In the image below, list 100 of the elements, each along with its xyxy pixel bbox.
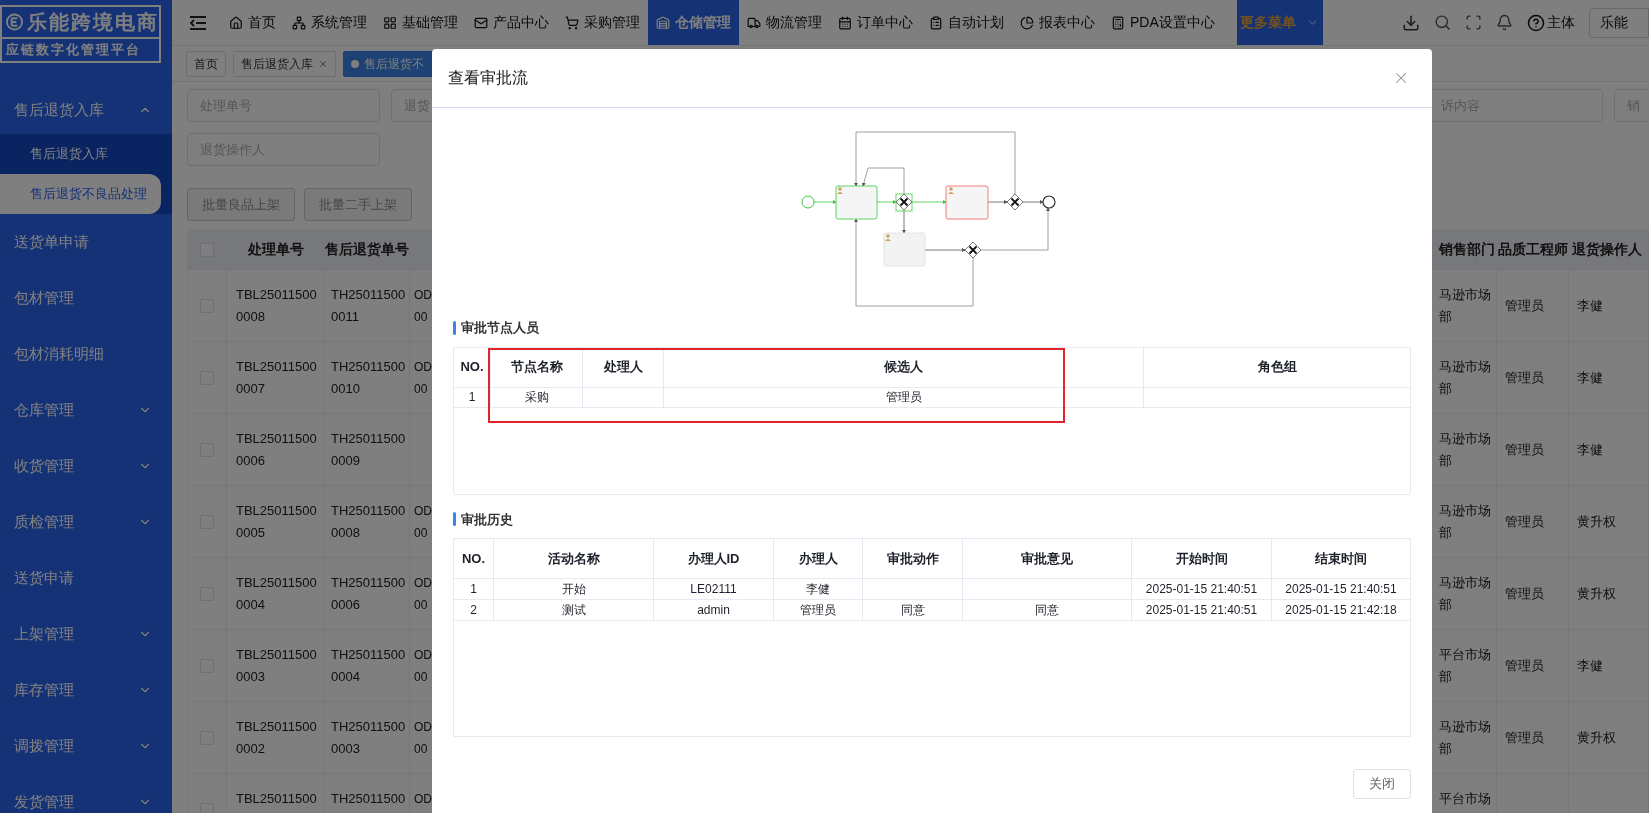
sidebar-group[interactable]: 质检管理 (0, 494, 172, 550)
column-header: 处理人 (583, 347, 664, 387)
column-header: 处理单号 (227, 230, 325, 270)
sidebar-group[interactable]: 调拨管理 (0, 718, 172, 774)
table-cell-text: TBL250115000007 (236, 358, 318, 398)
column-header: NO. (454, 539, 494, 578)
sidebar-item[interactable]: 送货单申请 (0, 214, 172, 270)
table-cell: 采购 (491, 387, 583, 407)
nav-item[interactable]: 报表中心 (1012, 0, 1103, 45)
search-icon[interactable] (1434, 14, 1451, 31)
page-tab[interactable]: 售后退货入库 (233, 50, 336, 77)
sidebar-group[interactable]: 仓库管理 (0, 382, 172, 438)
table-cell-text: 马逊市场部 (1439, 358, 1492, 398)
menu-icon[interactable] (189, 14, 207, 31)
table-cell-text: TBL250115000006 (236, 430, 318, 470)
column-header: 角色组 (1256, 358, 1298, 377)
table-cell-text: 马逊市场部 (1439, 718, 1492, 758)
nav-item[interactable]: 自动计划 (921, 0, 1012, 45)
table-cell-text: TH250115000008 (331, 502, 407, 542)
nav-item[interactable]: 基础管理 (375, 0, 466, 45)
nav-item[interactable]: PDA设置中心 (1103, 0, 1223, 45)
table-cell-text: OD (414, 791, 432, 808)
column-header: 审批动作 (863, 539, 963, 578)
table-cell-text: 管理员 (1505, 440, 1544, 459)
column-header: 售后退货单号 (325, 230, 410, 270)
table-cell-text: TH250115000009 (331, 430, 407, 470)
more-menu[interactable]: 更多菜单 (1236, 0, 1323, 45)
nav-item[interactable]: 仓储管理 (648, 0, 739, 45)
close-button[interactable]: 关闭 (1353, 769, 1411, 799)
table-cell: 1 (454, 579, 494, 599)
entity-label: 主体 (1547, 13, 1575, 32)
nav-icon (1111, 15, 1125, 30)
table-cell-text: TBL250115000004 (236, 574, 318, 614)
table-cell-text: 平台市场部 (1439, 646, 1492, 686)
column-header: NO. (454, 347, 491, 387)
nav-icon (383, 15, 397, 30)
table-cell-text: 马逊市场部 (1439, 502, 1492, 542)
table-cell-text: 管理员 (1505, 656, 1544, 675)
sidebar-subitem[interactable]: 售后退货不良品处理 (0, 174, 161, 214)
close-icon[interactable] (318, 58, 328, 69)
sidebar-group[interactable]: 上架管理 (0, 606, 172, 662)
nav-icon (1020, 15, 1034, 30)
sidebar-group[interactable]: 售后退货入库 (0, 86, 172, 134)
sidebar-group[interactable]: 收货管理 (0, 438, 172, 494)
table-cell-text: TBL250115000005 (236, 502, 318, 542)
column-header: 退货操作人 (1569, 230, 1649, 270)
nav-icon (929, 15, 943, 30)
table-cell: 开始 (494, 579, 654, 599)
table-cell: admin (654, 600, 774, 620)
table-cell-text: 马逊市场部 (1439, 430, 1492, 470)
nav-item[interactable]: 物流管理 (739, 0, 830, 45)
bell-icon[interactable] (1496, 14, 1513, 31)
table-cell: 2025-01-15 21:40:51 (1132, 600, 1272, 620)
nav-item[interactable]: 首页 (221, 0, 284, 45)
table-cell-text: 管理员 (1505, 728, 1544, 747)
page-tab[interactable]: 首页 (186, 50, 226, 77)
sidebar-item[interactable]: 包材消耗明细 (0, 326, 172, 382)
table-cell-text: 2025-01-15 21:42:18 (1284, 602, 1398, 619)
table-cell-text: TBL250115000002 (236, 718, 318, 758)
sidebar-item[interactable]: 包材管理 (0, 270, 172, 326)
logo-subtitle: 应链数字化管理平台 (6, 42, 141, 58)
column-header: 办理人ID (654, 539, 774, 578)
download-icon[interactable] (1402, 13, 1420, 32)
table-cell-text: OD (414, 647, 432, 664)
table-cell-text: OD (414, 287, 432, 304)
org-button[interactable]: 乐能 (1589, 7, 1649, 38)
section-title: 审批历史 (461, 510, 513, 529)
logo-title: 乐能跨境电商 (27, 10, 159, 35)
table-cell-text: TH250115000010 (331, 358, 407, 398)
nav-icon (474, 15, 488, 30)
table-cell-text: 00 (414, 525, 429, 542)
sidebar-group[interactable]: 库存管理 (0, 662, 172, 718)
section-marker (453, 320, 456, 335)
table-cell-text: TH250115000003 (331, 718, 407, 758)
table-cell-text: OD (414, 719, 432, 736)
table-cell: 同意 (963, 600, 1132, 620)
table-cell-text: 马逊市场部 (1439, 574, 1492, 614)
table-cell: 同意 (863, 600, 963, 620)
table-cell: 2 (454, 600, 494, 620)
column-header: 审批意见 (963, 539, 1132, 578)
nav-item[interactable]: 系统管理 (284, 0, 375, 45)
nav-item[interactable]: 订单中心 (830, 0, 921, 45)
sidebar-subitem[interactable]: 售后退货入库 (0, 134, 172, 174)
fullscreen-icon[interactable] (1465, 14, 1482, 31)
table-cell-text: OD (414, 503, 432, 520)
column-header: 候选人 (664, 347, 1144, 387)
table-cell-text: 00 (414, 597, 429, 614)
column-header: 结束时间 (1314, 549, 1368, 568)
sidebar-group[interactable]: 发货管理 (0, 774, 172, 813)
nav-item[interactable]: 采购管理 (557, 0, 648, 45)
table-cell: 管理员 (774, 600, 863, 620)
help-icon[interactable] (1527, 13, 1545, 32)
nav-icon (838, 15, 852, 30)
table-cell: 测试 (494, 600, 654, 620)
sidebar-item[interactable]: 送货申请 (0, 550, 172, 606)
column-header: 办理人 (774, 539, 863, 578)
nav-item[interactable]: 产品中心 (466, 0, 557, 45)
table-cell-text: TH25011500 (331, 790, 407, 808)
table-cell-text: TH250115000006 (331, 574, 407, 614)
table-cell-text: 管理员 (1505, 368, 1544, 387)
